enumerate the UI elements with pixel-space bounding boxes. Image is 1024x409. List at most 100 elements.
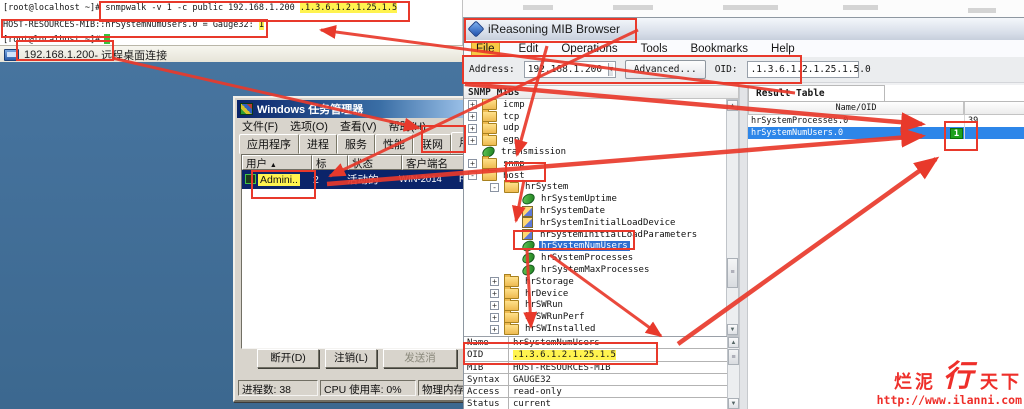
expand-icon[interactable]: + [468,136,477,145]
mib-browser-titlebar[interactable]: iReasoning MIB Browser [464,18,1024,41]
tab-services[interactable]: 服务 [337,134,375,154]
chevron-down-icon[interactable]: ▼ [608,63,613,76]
expand-icon[interactable]: + [468,159,477,168]
task-manager-titlebar[interactable]: Windows 任务管理器 [237,100,475,118]
oid-input[interactable]: .1.3.6.1.2.1.25.1.5.0 [747,61,859,78]
expand-icon[interactable]: + [468,100,477,109]
tree-node-hrswinstalled[interactable]: +hrSWInstalled [464,323,726,335]
expand-icon[interactable]: + [490,289,499,298]
expand-icon[interactable]: + [490,313,499,322]
tree-scrollbar[interactable]: ▲ ≡ ▼ [726,99,739,336]
tree-node-hrsysteminitialloaddevice[interactable]: hrSystemInitialLoadDevice [464,217,726,229]
menu-edit[interactable]: Edit [515,42,543,56]
tab-applications[interactable]: 应用程序 [239,134,299,154]
column-status[interactable]: 状态 [348,155,402,170]
menu-file[interactable]: File [471,41,500,57]
tree-node-hrsystem[interactable]: -hrSystem [464,182,726,194]
user-status: 活动的 [344,172,396,187]
tree-node-snmp[interactable]: +snmp [464,158,726,170]
scroll-up-icon[interactable]: ▲ [728,337,739,348]
scrollbar-thumb[interactable]: ≡ [727,258,738,288]
disconnect-button[interactable]: 断开(D) [257,349,319,368]
detail-row-status: Statuscurrent [464,398,727,409]
mib-tree: +icmp +tcp +udp +egp transmission +snmp … [464,99,726,337]
folder-icon [482,135,497,146]
user-name: Admini.. [258,174,300,186]
scroll-down-icon[interactable]: ▼ [727,324,738,335]
scrollbar-thumb[interactable]: ≡ [728,349,739,365]
menu-file[interactable]: 文件(F) [242,118,278,134]
watermark-text: 行 [943,362,973,392]
watermark: 烂泥 行 天下 http://www.ilanni.com [877,368,1022,407]
snmpwalk-command: snmpwalk -v 1 -c public 192.168.1.200 [105,3,299,13]
tree-node-hrsystemuptime[interactable]: hrSystemUptime [464,193,726,205]
send-message-button[interactable]: 发送消 [383,349,457,368]
column-id[interactable]: 标 [312,155,348,170]
task-manager-menubar: 文件(F) 选项(O) 查看(V) 帮助(H) [238,119,475,133]
tree-node-transmission[interactable]: transmission [464,146,726,158]
oid-value-highlight: .1.3.6.1.2.1.25.1.5 [513,350,616,360]
expand-icon[interactable]: + [468,124,477,133]
collapse-icon[interactable]: - [468,171,477,180]
menu-bookmarks[interactable]: Bookmarks [686,42,752,56]
tree-node-hrsystemnumusers[interactable]: hrSystemNumUsers [464,241,726,253]
writable-node-icon [522,206,533,217]
scroll-up-icon[interactable]: ▲ [727,100,738,111]
tree-node-hrsysteminitialloadparameters[interactable]: hrSystemInitialLoadParameters [464,229,726,241]
menu-help[interactable]: Help [767,42,799,56]
terminal-window: [root@localhost ~]# snmpwalk -v 1 -c pub… [0,0,463,45]
menu-view[interactable]: 查看(V) [340,118,377,134]
tree-node-hrsystemdate[interactable]: hrSystemDate [464,205,726,217]
terminal-line-prompt: [root@localhost ~]# [3,34,110,45]
expand-icon[interactable]: + [490,277,499,286]
column-value[interactable] [964,102,1024,115]
tab-processes[interactable]: 进程 [299,134,337,154]
tree-node-tcp[interactable]: +tcp [464,111,726,123]
users-list-header: 用户 ▲ 标 状态 客户端名 会话 [242,155,470,170]
background-smudge [613,5,653,10]
advanced-button[interactable]: Advanced... [625,60,706,79]
detail-row-name: NamehrSystemNumUsers [464,337,727,349]
user-row-administrator[interactable]: Admini.. 2 活动的 WIN-2014 RDP- [242,170,470,189]
users-list: 用户 ▲ 标 状态 客户端名 会话 Admini.. 2 活动的 WIN-201… [241,154,471,349]
task-manager-statusbar: 进程数: 38 CPU 使用率: 0% 物理内存: 25 [237,380,475,396]
terminal-line-command: [root@localhost ~]# snmpwalk -v 1 -c pub… [3,3,397,13]
leaf-icon [521,263,536,276]
folder-icon [504,182,519,193]
expand-icon[interactable]: + [490,325,499,334]
tab-performance[interactable]: 性能 [375,134,413,154]
result-row-numusers[interactable]: hrSystemNumUsers.0 [748,127,1024,139]
menu-operations[interactable]: Operations [557,42,621,56]
detail-row-mib: MIBHOST-RESOURCES-MIB [464,362,727,374]
expand-icon[interactable]: + [490,301,499,310]
logoff-button[interactable]: 注销(L) [325,349,377,368]
column-user[interactable]: 用户 ▲ [242,155,312,170]
menu-tools[interactable]: Tools [637,42,672,56]
app-icon [468,21,485,38]
panel-splitter[interactable] [739,85,748,409]
address-combobox[interactable]: 192.168.1.200▼ [524,61,616,78]
menu-options[interactable]: 选项(O) [290,118,328,134]
result-row-processes[interactable]: hrSystemProcesses.0 39 [748,115,1024,127]
column-name-oid[interactable]: Name/OID [748,102,964,115]
sort-asc-icon: ▲ [270,162,277,169]
expand-icon[interactable]: + [468,112,477,121]
result-table-tab[interactable]: Result Table [748,85,885,102]
column-divider [964,115,965,139]
folder-icon [504,324,519,335]
tree-node-egp[interactable]: +egp [464,134,726,146]
tab-networking[interactable]: 联网 [413,134,451,154]
oid-label: OID: [715,64,738,75]
tree-node-icmp[interactable]: +icmp [464,99,726,111]
user-client: WIN-2014 [396,174,456,185]
tree-node-udp[interactable]: +udp [464,123,726,135]
leaf-icon [521,240,536,253]
column-client[interactable]: 客户端名 [402,155,464,170]
collapse-icon[interactable]: - [490,183,499,192]
rdp-ip: 192.168.1.200 [24,49,94,61]
scroll-down-icon[interactable]: ▼ [728,398,739,409]
menu-help[interactable]: 帮助(H) [389,118,426,134]
result-table-header: Name/OID [748,102,1024,115]
tree-node-hrsystemprocesses[interactable]: hrSystemProcesses [464,252,726,264]
detail-row-oid: OID.1.3.6.1.2.1.25.1.5 [464,349,727,361]
